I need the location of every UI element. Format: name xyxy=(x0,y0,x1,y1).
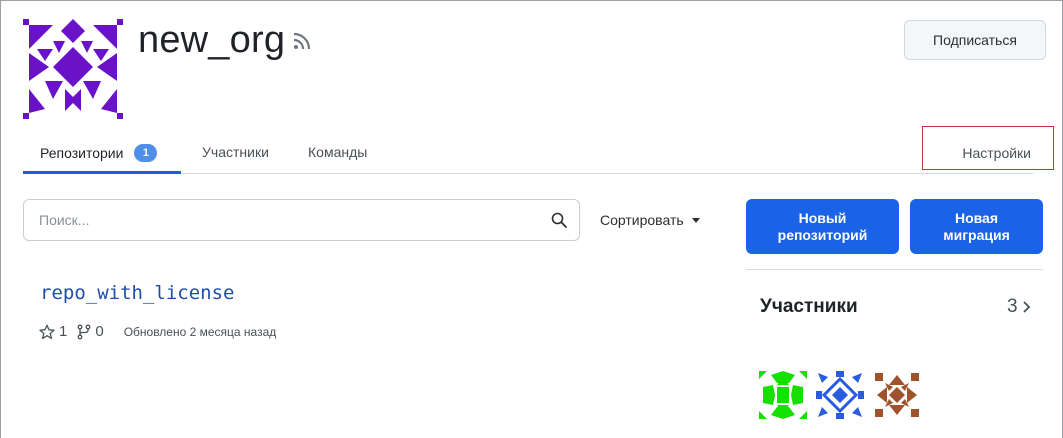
tab-repositories[interactable]: Репозитории 1 xyxy=(40,144,158,162)
repo-meta: 1 0 Обновлено 2 месяца назад xyxy=(39,323,276,340)
members-count: 3 xyxy=(1007,296,1018,317)
member-avatar-1[interactable] xyxy=(759,371,807,419)
rss-icon[interactable] xyxy=(292,31,312,51)
new-repository-line1: Новый xyxy=(798,209,847,226)
new-repository-button[interactable]: Новый репозиторий xyxy=(746,199,899,254)
tab-settings[interactable]: Настройки xyxy=(922,126,1054,170)
repositories-count-badge: 1 xyxy=(134,144,158,162)
subscribe-button[interactable]: Подписаться xyxy=(904,20,1046,60)
chevron-right-icon xyxy=(1022,301,1030,313)
tab-teams[interactable]: Команды xyxy=(308,144,367,160)
new-repository-line2: репозиторий xyxy=(777,226,868,243)
tab-members[interactable]: Участники xyxy=(202,144,269,160)
repo-updated: Обновлено 2 месяца назад xyxy=(123,324,277,339)
new-migration-line1: Новая xyxy=(954,209,999,226)
sort-dropdown[interactable]: Сортировать xyxy=(600,212,700,228)
org-name: new_org xyxy=(138,19,286,61)
fork-icon[interactable] xyxy=(77,324,91,340)
tab-repositories-label: Репозитории xyxy=(40,145,124,161)
search-input[interactable] xyxy=(24,200,579,240)
org-avatar xyxy=(23,19,123,119)
caret-down-icon xyxy=(691,217,700,223)
repo-link[interactable]: repo_with_license xyxy=(40,282,234,304)
member-avatar-2[interactable] xyxy=(816,371,864,419)
members-count-link[interactable]: 3 xyxy=(1007,296,1032,318)
new-migration-button[interactable]: Новая миграция xyxy=(910,199,1043,254)
search-box xyxy=(23,199,580,241)
members-title[interactable]: Участники xyxy=(760,296,858,318)
tab-settings-label: Настройки xyxy=(962,145,1031,161)
new-migration-line2: миграция xyxy=(943,226,1010,243)
fork-count: 0 xyxy=(95,323,104,340)
member-avatar-3[interactable] xyxy=(873,371,921,419)
search-icon[interactable] xyxy=(551,212,567,228)
sort-label: Сортировать xyxy=(600,212,684,228)
star-icon[interactable] xyxy=(39,324,55,340)
sidebar-divider xyxy=(746,269,1043,270)
active-tab-indicator xyxy=(23,171,181,174)
page-frame: new_org Подписаться Репозитории 1 Участн… xyxy=(0,0,1063,438)
star-count: 1 xyxy=(59,323,68,340)
